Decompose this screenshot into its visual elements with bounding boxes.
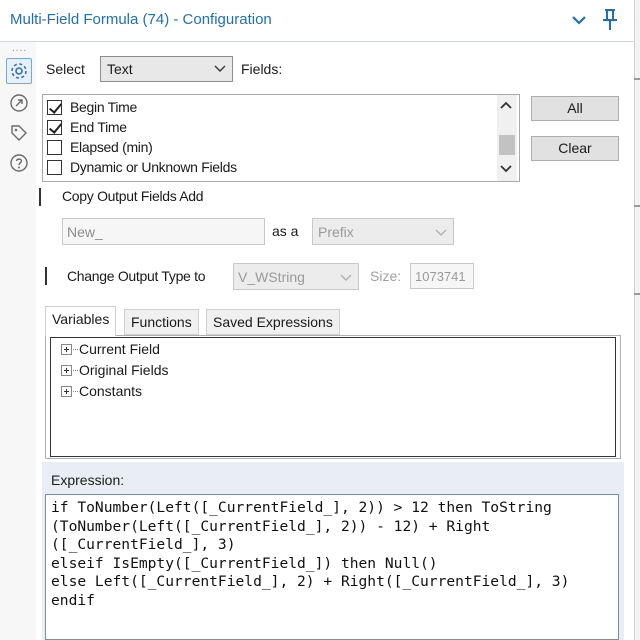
- expression-text: if ToNumber(Left([_CurrentField_], 2)) >…: [51, 499, 570, 609]
- annotation-tab-button[interactable]: [6, 120, 32, 146]
- chevron-up-icon[interactable]: [499, 99, 513, 111]
- tree-item[interactable]: Constants: [61, 381, 142, 401]
- change-output-type-label: Change Output Type to: [67, 268, 206, 284]
- rail-more-indicator: ....: [12, 43, 28, 54]
- select-all-button[interactable]: All: [531, 96, 619, 121]
- gutter-marker: [634, 293, 640, 295]
- help-icon: [10, 154, 28, 172]
- prefix-suffix-select[interactable]: Prefix: [312, 218, 454, 245]
- clear-button[interactable]: Clear: [531, 136, 619, 161]
- chevron-down-icon[interactable]: [570, 11, 588, 29]
- field-label: End Time: [70, 119, 127, 135]
- chevron-down-icon: [214, 65, 226, 72]
- size-label: Size:: [370, 268, 402, 284]
- tree-connector: [73, 390, 78, 392]
- field-checkbox[interactable]: [47, 99, 62, 115]
- change-output-type-checkbox[interactable]: [45, 267, 47, 285]
- expression-editor[interactable]: if ToNumber(Left([_CurrentField_], 2)) >…: [45, 494, 619, 640]
- configuration-tab-button[interactable]: [6, 58, 32, 84]
- tree-item-label: Constants: [79, 383, 143, 399]
- tab-variables[interactable]: Variables: [45, 306, 117, 336]
- navigate-tab-button[interactable]: [6, 90, 32, 116]
- expand-icon[interactable]: [61, 385, 72, 397]
- variables-tree[interactable]: Current Field Original Fields Constants: [50, 337, 616, 457]
- tree-item[interactable]: Current Field: [61, 339, 160, 359]
- title-bar: Multi-Field Formula (74) - Configuration: [0, 0, 634, 42]
- tree-connector: [73, 369, 78, 371]
- tree-item[interactable]: Original Fields: [61, 360, 168, 380]
- tree-item-label: Original Fields: [79, 362, 169, 378]
- fields-scrollbar[interactable]: [497, 95, 517, 181]
- expression-label: Expression:: [51, 472, 125, 488]
- field-type-select[interactable]: Text: [100, 56, 233, 82]
- field-label: Begin Time: [70, 99, 138, 115]
- list-item[interactable]: Dynamic or Unknown Fields: [47, 157, 237, 177]
- fields-label: Fields:: [241, 61, 283, 77]
- help-tab-button[interactable]: [6, 150, 32, 176]
- gutter-marker: [634, 205, 640, 207]
- copy-output-checkbox[interactable]: [39, 188, 41, 206]
- field-checkbox[interactable]: [47, 139, 62, 155]
- variables-panel: Current Field Original Fields Constants: [45, 335, 621, 459]
- chevron-down-icon: [340, 274, 352, 281]
- list-item[interactable]: End Time: [47, 117, 127, 137]
- size-input[interactable]: 1073741: [410, 263, 474, 289]
- as-a-label: as a: [272, 223, 299, 239]
- prefix-value: Prefix: [318, 224, 354, 240]
- tree-connector: [73, 348, 78, 350]
- pin-icon[interactable]: [600, 8, 620, 32]
- gear-icon: [11, 63, 27, 79]
- expand-icon[interactable]: [61, 364, 72, 376]
- chevron-down-icon[interactable]: [499, 163, 513, 175]
- gutter-marker: [634, 78, 640, 80]
- output-name-input[interactable]: New_: [62, 218, 265, 245]
- field-type-value: Text: [107, 61, 133, 77]
- field-label: Elapsed (min): [70, 139, 153, 155]
- scrollbar-thumb[interactable]: [499, 135, 515, 155]
- expand-icon[interactable]: [61, 343, 72, 355]
- list-item[interactable]: Begin Time: [47, 97, 137, 117]
- field-checkbox[interactable]: [47, 119, 62, 135]
- tab-saved-expressions[interactable]: Saved Expressions: [206, 309, 340, 335]
- fields-list[interactable]: Begin Time End Time Elapsed (min) Dynami…: [42, 94, 520, 182]
- list-item[interactable]: Elapsed (min): [47, 137, 153, 157]
- navigate-icon: [10, 94, 28, 112]
- field-label: Dynamic or Unknown Fields: [70, 159, 237, 175]
- select-label: Select: [46, 61, 85, 77]
- tag-icon: [11, 125, 27, 141]
- window-title: Multi-Field Formula (74) - Configuration: [10, 11, 272, 28]
- tab-functions[interactable]: Functions: [124, 309, 199, 335]
- right-gutter: [634, 0, 640, 640]
- chevron-down-icon: [435, 229, 447, 236]
- copy-output-label: Copy Output Fields Add: [62, 188, 204, 204]
- output-type-value: V_WString: [238, 269, 305, 285]
- output-type-select[interactable]: V_WString: [233, 263, 359, 290]
- tree-item-label: Current Field: [79, 341, 160, 357]
- field-checkbox[interactable]: [47, 159, 62, 175]
